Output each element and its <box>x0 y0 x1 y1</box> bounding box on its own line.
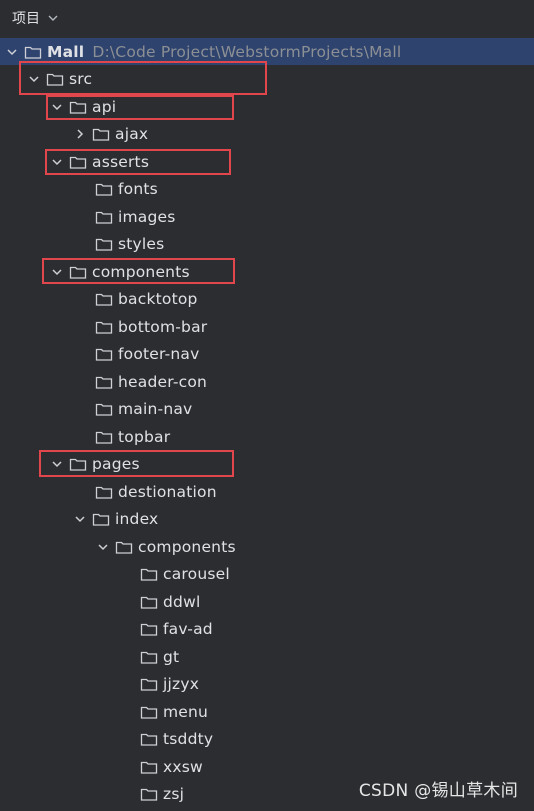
folder-name: destionation <box>118 482 217 501</box>
folder-icon <box>140 788 158 801</box>
tree-node-styles[interactable]: styles <box>0 230 534 257</box>
folder-name: header-con <box>118 372 208 391</box>
tree-node-main-nav[interactable]: main-nav <box>0 395 534 422</box>
folder-icon <box>95 183 113 196</box>
folder-name: asserts <box>92 152 150 171</box>
tree-node-fav-ad[interactable]: fav-ad <box>0 615 534 642</box>
folder-name: src <box>69 69 93 88</box>
folder-icon <box>69 156 87 169</box>
tree-node-gt[interactable]: gt <box>0 643 534 670</box>
folder-name: api <box>92 97 117 116</box>
chevron-down-icon[interactable] <box>72 511 88 527</box>
folder-name: pages <box>92 454 140 473</box>
tree-node-backtotop[interactable]: backtotop <box>0 285 534 312</box>
tree-node-index-components[interactable]: components <box>0 533 534 560</box>
tree-node-api[interactable]: api <box>0 93 534 120</box>
tree-node-pages[interactable]: pages <box>0 450 534 477</box>
tree-node-index[interactable]: index <box>0 505 534 532</box>
chevron-down-icon[interactable] <box>26 71 42 87</box>
folder-icon <box>95 321 113 334</box>
folder-icon <box>95 486 113 499</box>
folder-icon <box>140 596 158 609</box>
folder-icon <box>95 376 113 389</box>
folder-name: gt <box>163 647 180 666</box>
folder-name: zsj <box>163 784 185 803</box>
chevron-down-icon[interactable] <box>49 99 65 115</box>
folder-name: bottom-bar <box>118 317 208 336</box>
chevron-down-icon[interactable] <box>4 44 20 60</box>
folder-icon <box>95 293 113 306</box>
tree-node-bottom-bar[interactable]: bottom-bar <box>0 313 534 340</box>
folder-icon <box>95 238 113 251</box>
tree-node-footer-nav[interactable]: footer-nav <box>0 340 534 367</box>
folder-icon <box>69 458 87 471</box>
folder-name: fav-ad <box>163 619 213 638</box>
tree-node-header-con[interactable]: header-con <box>0 368 534 395</box>
folder-name: main-nav <box>118 399 193 418</box>
tree-node-src[interactable]: src <box>0 65 534 92</box>
folder-icon <box>140 651 158 664</box>
watermark: CSDN @锡山草木间 <box>358 781 518 801</box>
folder-icon <box>92 513 110 526</box>
chevron-down-icon[interactable] <box>49 154 65 170</box>
folder-name: backtotop <box>118 289 198 308</box>
tree-node-images[interactable]: images <box>0 203 534 230</box>
tree-node-mall[interactable]: Mall D:\Code Project\WebstormProjects\Ma… <box>0 38 534 65</box>
tree-node-ddwl[interactable]: ddwl <box>0 588 534 615</box>
folder-icon <box>140 733 158 746</box>
project-tool-window: 项目 Mall D:\Code Project\WebstormProjects… <box>0 0 534 811</box>
folder-name: components <box>138 537 236 556</box>
folder-icon <box>24 46 42 59</box>
folder-name: menu <box>163 702 209 721</box>
tree-node-fonts[interactable]: fonts <box>0 175 534 202</box>
folder-name: ajax <box>115 124 149 143</box>
folder-icon <box>95 348 113 361</box>
chevron-down-icon[interactable] <box>46 11 60 25</box>
chevron-down-icon[interactable] <box>95 539 111 555</box>
project-view-header[interactable]: 项目 <box>0 0 534 36</box>
folder-icon <box>95 431 113 444</box>
folder-name: ddwl <box>163 592 201 611</box>
folder-name: carousel <box>163 564 230 583</box>
folder-name: tsddty <box>163 729 214 748</box>
chevron-down-icon[interactable] <box>49 456 65 472</box>
folder-icon <box>140 761 158 774</box>
tree-node-tsddty[interactable]: tsddty <box>0 725 534 752</box>
folder-name: footer-nav <box>118 344 200 363</box>
tree-node-components[interactable]: components <box>0 258 534 285</box>
folder-name: jjzyx <box>163 674 200 693</box>
chevron-right-icon[interactable] <box>72 126 88 142</box>
folder-icon <box>46 73 64 86</box>
folder-icon <box>95 403 113 416</box>
folder-name: index <box>115 509 159 528</box>
tree-node-jjzyx[interactable]: jjzyx <box>0 670 534 697</box>
folder-name: styles <box>118 234 165 253</box>
tree-node-asserts[interactable]: asserts <box>0 148 534 175</box>
tree-node-menu[interactable]: menu <box>0 698 534 725</box>
project-view-title: 项目 <box>12 11 40 27</box>
folder-icon <box>140 568 158 581</box>
folder-icon <box>115 541 133 554</box>
folder-name: images <box>118 207 176 226</box>
folder-icon <box>92 128 110 141</box>
folder-icon <box>69 101 87 114</box>
folder-name: topbar <box>118 427 171 446</box>
tree-node-carousel[interactable]: carousel <box>0 560 534 587</box>
folder-icon <box>69 266 87 279</box>
folder-icon <box>140 706 158 719</box>
folder-name: fonts <box>118 179 158 198</box>
root-path: D:\Code Project\WebstormProjects\Mall <box>92 42 402 61</box>
tree-node-topbar[interactable]: topbar <box>0 423 534 450</box>
folder-name: components <box>92 262 190 281</box>
folder-name: xxsw <box>163 757 203 776</box>
folder-icon <box>95 211 113 224</box>
folder-icon <box>140 623 158 636</box>
tree-node-destionation[interactable]: destionation <box>0 478 534 505</box>
chevron-down-icon[interactable] <box>49 264 65 280</box>
tree-node-ajax[interactable]: ajax <box>0 120 534 147</box>
folder-icon <box>140 678 158 691</box>
root-name: Mall <box>47 42 85 61</box>
